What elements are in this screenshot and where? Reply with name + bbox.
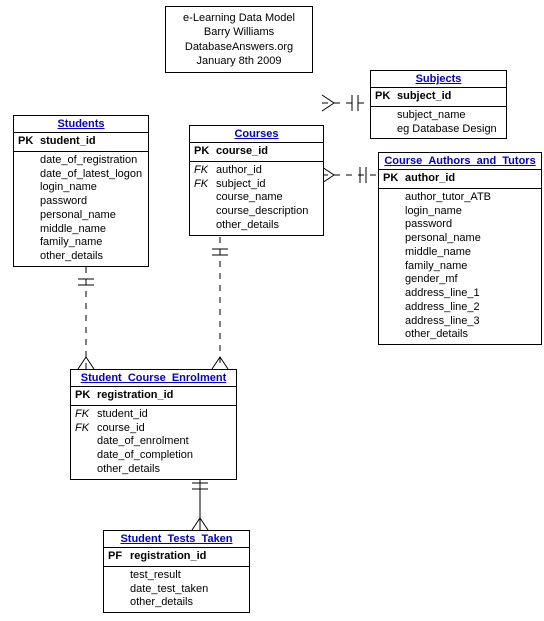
attr-row: course_description	[190, 205, 323, 219]
pk-row: PF registration_id	[104, 550, 249, 564]
title-line-3: DatabaseAnswers.org	[174, 40, 304, 54]
attr-row: address_line_3	[379, 315, 541, 329]
attr-row: personal_name	[379, 232, 541, 246]
title-line-2: Barry Williams	[174, 25, 304, 39]
attr-row: author_tutor_ATB	[379, 191, 541, 205]
attr-row: other_details	[71, 463, 236, 477]
key-label: PK	[383, 172, 405, 186]
entity-enrolment: Student_Course_Enrolment PK registration…	[70, 369, 237, 480]
attr-row: other_details	[190, 219, 323, 233]
attr-row: gender_mf	[379, 273, 541, 287]
attr-row: test_result	[104, 569, 249, 583]
attr-row: middle_name	[379, 246, 541, 260]
pk-row: PK course_id	[190, 145, 323, 159]
fk-row: FKauthor_id	[190, 164, 323, 178]
attr-row: course_name	[190, 191, 323, 205]
key-label: PK	[18, 135, 40, 149]
entity-header: Students	[14, 116, 148, 133]
attr-row: date_of_latest_logon	[14, 168, 148, 182]
entity-tests: Student_Tests_Taken PF registration_id t…	[103, 530, 250, 613]
entity-students: Students PK student_id date_of_registrat…	[13, 115, 149, 267]
pk-row: PK registration_id	[71, 389, 236, 403]
attr-row: middle_name	[14, 223, 148, 237]
field-name: student_id	[40, 135, 144, 149]
attr-row: address_line_2	[379, 301, 541, 315]
attr-row: date_of_completion	[71, 449, 236, 463]
attr-row: other_details	[14, 250, 148, 264]
attr-row: login_name	[14, 181, 148, 195]
entity-header: Subjects	[371, 71, 506, 88]
entity-subjects: Subjects PK subject_id subject_name eg D…	[370, 70, 507, 139]
attr-row: password	[14, 195, 148, 209]
key-label: PF	[108, 550, 130, 564]
title-line-4: January 8th 2009	[174, 54, 304, 68]
diagram-title-box: e-Learning Data Model Barry Williams Dat…	[165, 6, 313, 73]
attr-row: date_of_enrolment	[71, 435, 236, 449]
attr-row: login_name	[379, 205, 541, 219]
field-name: subject_id	[397, 90, 502, 104]
entity-header: Student_Course_Enrolment	[71, 370, 236, 387]
entity-header: Student_Tests_Taken	[104, 531, 249, 548]
pk-row: PK author_id	[379, 172, 541, 186]
attr-row: password	[379, 218, 541, 232]
key-label: PK	[194, 145, 216, 159]
attr-row: personal_name	[14, 209, 148, 223]
pk-row: PK subject_id	[371, 90, 506, 104]
key-label: PK	[375, 90, 397, 104]
key-label: PK	[75, 389, 97, 403]
field-name: registration_id	[97, 389, 232, 403]
field-name: course_id	[216, 145, 319, 159]
attr-row: address_line_1	[379, 287, 541, 301]
entity-authors: Course_Authors_and_Tutors PK author_id a…	[378, 152, 542, 345]
fk-row: FKstudent_id	[71, 408, 236, 422]
attr-row: date_test_taken	[104, 583, 249, 597]
attr-row: family_name	[14, 236, 148, 250]
entity-header: Courses	[190, 126, 323, 143]
fk-row: FKsubject_id	[190, 178, 323, 192]
entity-courses: Courses PK course_id FKauthor_id FKsubje…	[189, 125, 324, 236]
attr-row: date_of_registration	[14, 154, 148, 168]
attr-row: other_details	[379, 328, 541, 342]
field-name: registration_id	[130, 550, 245, 564]
attr-row: other_details	[104, 596, 249, 610]
attr-row: family_name	[379, 260, 541, 274]
entity-header: Course_Authors_and_Tutors	[379, 153, 541, 170]
fk-row: FKcourse_id	[71, 422, 236, 436]
title-line-1: e-Learning Data Model	[174, 11, 304, 25]
erd-canvas: { "title": { "line1": "e-Learning Data M…	[0, 0, 544, 621]
pk-row: PK student_id	[14, 135, 148, 149]
field-name: author_id	[405, 172, 537, 186]
attr-row: eg Database Design	[371, 123, 506, 137]
attr-row: subject_name	[371, 109, 506, 123]
